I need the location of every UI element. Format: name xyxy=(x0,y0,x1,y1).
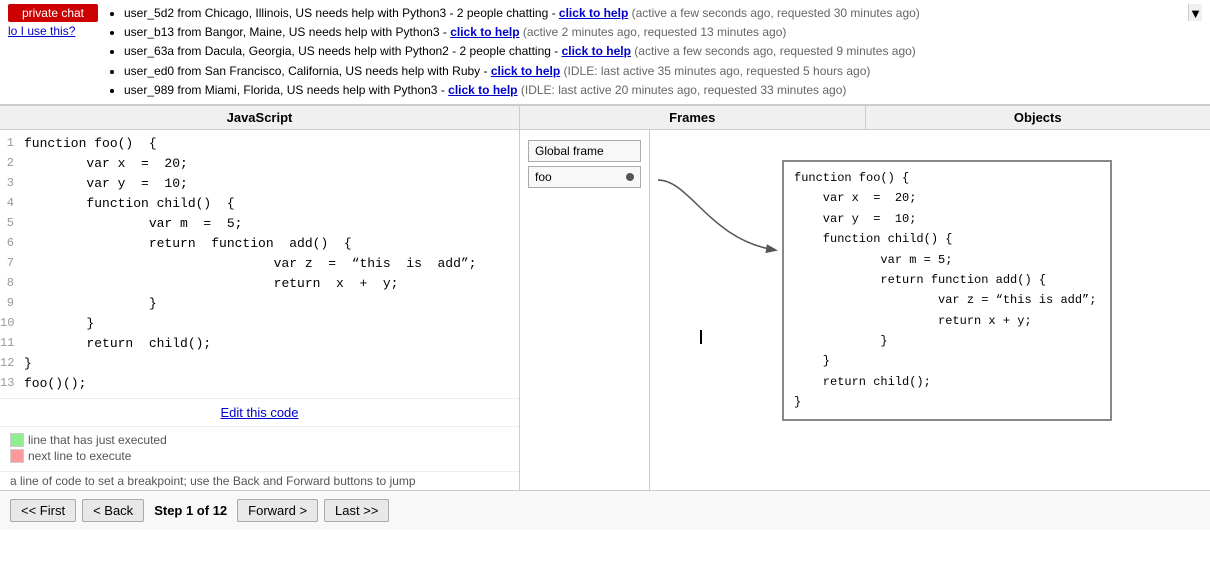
notification-item: user_5d2 from Chicago, Illinois, US need… xyxy=(124,4,1188,23)
code-line[interactable]: 8 return x + y; xyxy=(0,274,519,294)
line-content: var z = “this is add”; xyxy=(20,254,519,274)
line-content: return x + y; xyxy=(20,274,519,294)
notification-list: user_5d2 from Chicago, Illinois, US need… xyxy=(98,4,1188,100)
click-help-link[interactable]: click to help xyxy=(448,83,517,97)
green-legend-label: line that has just executed xyxy=(28,433,167,447)
click-help-link[interactable]: click to help xyxy=(491,64,560,78)
visualizer: JavaScript 1function foo() {2 var x = 20… xyxy=(0,105,1210,490)
line-number: 4 xyxy=(0,194,20,212)
code-panel: JavaScript 1function foo() {2 var x = 20… xyxy=(0,106,520,490)
code-line[interactable]: 2 var x = 20; xyxy=(0,154,519,174)
object-display-text: function foo() { var x = 20; var y = 10;… xyxy=(794,168,1100,413)
foo-frame-dot xyxy=(626,173,634,181)
click-help-link[interactable]: click to help xyxy=(562,44,631,58)
code-area[interactable]: 1function foo() {2 var x = 20;3 var y = … xyxy=(0,130,519,398)
line-content: var x = 20; xyxy=(20,154,519,174)
code-line[interactable]: 13foo()(); xyxy=(0,374,519,394)
legend-green: line that has just executed xyxy=(10,433,509,447)
notification-meta: (IDLE: last active 35 minutes ago, reque… xyxy=(564,64,871,78)
line-number: 9 xyxy=(0,294,20,312)
code-line[interactable]: 9 } xyxy=(0,294,519,314)
code-line[interactable]: 12} xyxy=(0,354,519,374)
code-line[interactable]: 1function foo() { xyxy=(0,134,519,154)
legend-red: next line to execute xyxy=(10,449,509,463)
notification-bar: private chat lo I use this? user_5d2 fro… xyxy=(0,0,1210,105)
line-number: 7 xyxy=(0,254,20,272)
object-display: function foo() { var x = 20; var y = 10;… xyxy=(782,160,1112,421)
objects-header: Objects xyxy=(866,106,1210,129)
notification-item: user_ed0 from San Francisco, California,… xyxy=(124,62,1188,81)
legend-bar: line that has just executed next line to… xyxy=(0,426,519,471)
frames-header: Frames xyxy=(520,106,866,129)
notification-left-panel: private chat lo I use this? xyxy=(8,4,98,38)
javascript-header: JavaScript xyxy=(0,106,519,130)
code-line[interactable]: 5 var m = 5; xyxy=(0,214,519,234)
line-content: foo()(); xyxy=(20,374,519,394)
red-legend-box xyxy=(10,449,24,463)
back-button[interactable]: < Back xyxy=(82,499,144,522)
first-button[interactable]: << First xyxy=(10,499,76,522)
line-number: 12 xyxy=(0,354,20,372)
line-content: var y = 10; xyxy=(20,174,519,194)
click-help-link[interactable]: click to help xyxy=(559,6,628,20)
notification-meta: (active a few seconds ago, requested 30 … xyxy=(632,6,920,20)
nav-bar: << First < Back Step 1 of 12 Forward > L… xyxy=(0,490,1210,530)
foo-frame-label: foo xyxy=(535,170,552,184)
line-number: 3 xyxy=(0,174,20,192)
foo-frame-box[interactable]: foo xyxy=(528,166,641,188)
line-content: function child() { xyxy=(20,194,519,214)
line-content: var m = 5; xyxy=(20,214,519,234)
forward-button[interactable]: Forward > xyxy=(237,499,318,522)
line-number: 13 xyxy=(0,374,20,392)
click-hint: a line of code to set a breakpoint; use … xyxy=(0,471,519,490)
code-line[interactable]: 3 var y = 10; xyxy=(0,174,519,194)
line-content: return function add() { xyxy=(20,234,519,254)
code-line[interactable]: 11 return child(); xyxy=(0,334,519,354)
notification-meta: (IDLE: last active 20 minutes ago, reque… xyxy=(521,83,847,97)
scrollbar[interactable]: ▼ xyxy=(1188,4,1202,21)
frames-objects-area: Global frame foo xyxy=(520,130,1210,490)
code-line[interactable]: 6 return function add() { xyxy=(0,234,519,254)
code-line[interactable]: 10 } xyxy=(0,314,519,334)
line-number: 8 xyxy=(0,274,20,292)
right-panel: Frames Objects Global frame foo xyxy=(520,106,1210,490)
notification-item: user_b13 from Bangor, Maine, US needs he… xyxy=(124,23,1188,42)
red-legend-label: next line to execute xyxy=(28,449,131,463)
line-content: } xyxy=(20,354,519,374)
notification-item: user_989 from Miami, Florida, US needs h… xyxy=(124,81,1188,100)
line-content: function foo() { xyxy=(20,134,519,154)
line-content: } xyxy=(20,294,519,314)
click-help-link[interactable]: click to help xyxy=(450,25,519,39)
line-content: } xyxy=(20,314,519,334)
text-cursor-indicator xyxy=(700,330,702,344)
code-line[interactable]: 7 var z = “this is add”; xyxy=(0,254,519,274)
line-content: return child(); xyxy=(20,334,519,354)
last-button[interactable]: Last >> xyxy=(324,499,389,522)
right-panel-headers: Frames Objects xyxy=(520,106,1210,130)
frames-panel: Global frame foo xyxy=(520,130,650,490)
notification-meta: (active a few seconds ago, requested 9 m… xyxy=(634,44,916,58)
text-cursor xyxy=(700,330,702,344)
notification-meta: (active 2 minutes ago, requested 13 minu… xyxy=(523,25,786,39)
edit-link-bar: Edit this code xyxy=(0,398,519,426)
line-number: 5 xyxy=(0,214,20,232)
private-chat-button[interactable]: private chat xyxy=(8,4,98,22)
how-link[interactable]: lo I use this? xyxy=(8,24,98,38)
line-number: 6 xyxy=(0,234,20,252)
global-frame-label: Global frame xyxy=(535,144,604,158)
step-label: Step 1 of 12 xyxy=(154,503,227,518)
green-legend-box xyxy=(10,433,24,447)
global-frame-box[interactable]: Global frame xyxy=(528,140,641,162)
notification-item: user_63a from Dacula, Georgia, US needs … xyxy=(124,42,1188,61)
line-number: 1 xyxy=(0,134,20,152)
objects-panel: function foo() { var x = 20; var y = 10;… xyxy=(650,130,1210,490)
line-number: 11 xyxy=(0,334,20,352)
edit-this-code-link[interactable]: Edit this code xyxy=(220,405,298,420)
line-number: 2 xyxy=(0,154,20,172)
line-number: 10 xyxy=(0,314,20,332)
code-line[interactable]: 4 function child() { xyxy=(0,194,519,214)
